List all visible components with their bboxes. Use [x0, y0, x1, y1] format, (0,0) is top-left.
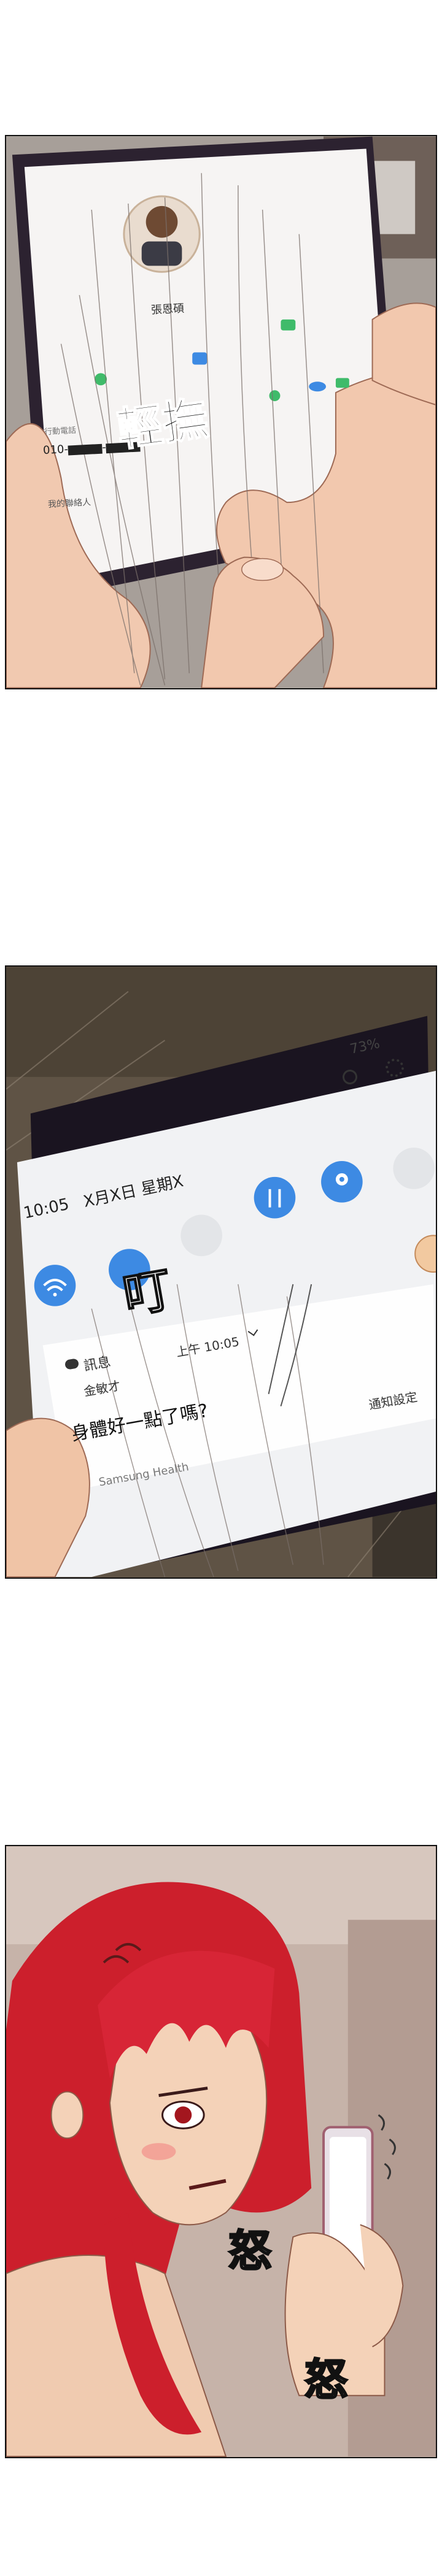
relation-label: 我的聯絡人 [47, 497, 91, 510]
location-toggle[interactable] [323, 1162, 365, 1203]
panel-1-art [6, 136, 436, 688]
data-toggle[interactable] [255, 1178, 297, 1219]
sfx-anger-2: 怒 [304, 2353, 349, 2406]
sfx-anger-1: 怒 [228, 2225, 273, 2277]
sfx-caress: 輕撫 [114, 391, 212, 458]
panel-3-angry-girl: 怒 怒 [5, 1845, 437, 2458]
panel-3-art [6, 1846, 436, 2457]
phone-header: 行動電話 [44, 426, 77, 437]
wifi-toggle[interactable] [34, 1266, 76, 1308]
panel-2-notification: 73% 10:05 X月X日 星期X 叮 訊息 上午 10:05 金敏才 身體好… [5, 965, 437, 1579]
panel-1-phone-contact: 張恩碩 行動電話 010-▆▆▆▆-▆▆▆▆ 我的聯絡人 輕撫 [5, 135, 437, 689]
contact-name: 張恩碩 [150, 302, 185, 317]
